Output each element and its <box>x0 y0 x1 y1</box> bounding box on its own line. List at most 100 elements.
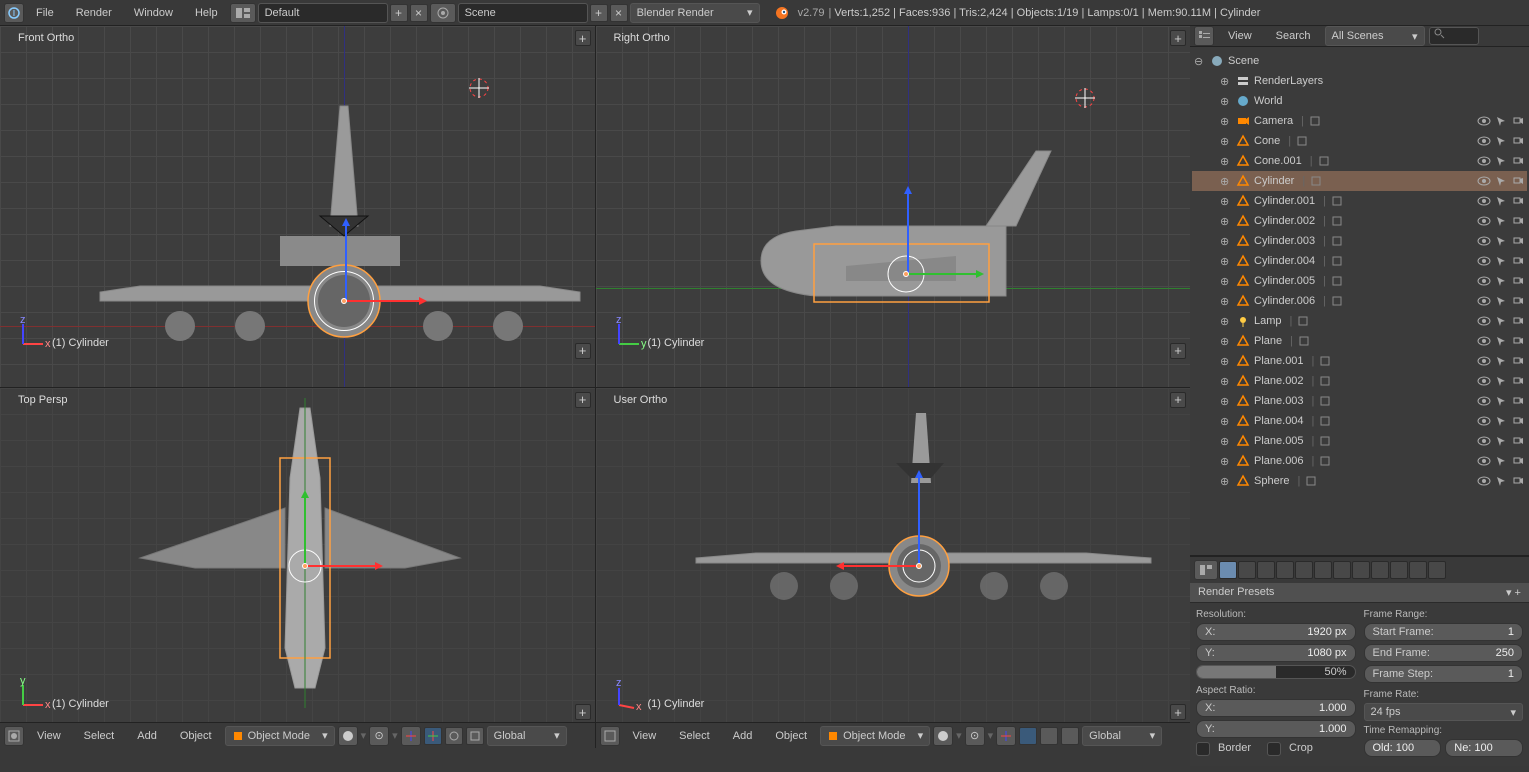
selectable-icon[interactable] <box>1494 154 1508 168</box>
renderable-icon[interactable] <box>1511 214 1525 228</box>
tree-row[interactable]: ⊕Camera | <box>1192 111 1527 131</box>
expand-icon[interactable]: ⊕ <box>1220 115 1232 128</box>
remap-old-field[interactable]: Old: 100 <box>1364 739 1442 757</box>
renderable-icon[interactable] <box>1511 414 1525 428</box>
manipulator-toggle[interactable] <box>401 726 421 746</box>
aspect-x-field[interactable]: X:1.000 <box>1196 699 1356 717</box>
expand-icon[interactable]: ⊕ <box>1220 295 1232 308</box>
viewport-front[interactable]: Front Ortho (1) Cylinder xz + + <box>0 26 595 387</box>
layout-add-button[interactable]: + <box>390 4 408 22</box>
fps-dropdown[interactable]: 24 fps▾ <box>1364 703 1524 721</box>
expand-icon[interactable]: ⊕ <box>1220 315 1232 328</box>
split-area-button[interactable]: + <box>1170 30 1186 46</box>
renderable-icon[interactable] <box>1511 354 1525 368</box>
tree-row[interactable]: ⊕Sphere | <box>1192 471 1527 491</box>
visibility-icon[interactable] <box>1477 134 1491 148</box>
resolution-x-field[interactable]: X:1920 px <box>1196 623 1356 641</box>
selectable-icon[interactable] <box>1494 374 1508 388</box>
renderable-icon[interactable] <box>1511 434 1525 448</box>
frame-step-field[interactable]: Frame Step:1 <box>1364 665 1524 683</box>
expand-icon[interactable]: ⊕ <box>1220 455 1232 468</box>
visibility-icon[interactable] <box>1477 354 1491 368</box>
manipulator[interactable] <box>889 536 949 596</box>
properties-type-icon[interactable] <box>1194 560 1218 580</box>
selectable-icon[interactable] <box>1494 114 1508 128</box>
expand-icon[interactable]: ⊕ <box>1220 395 1232 408</box>
expand-icon[interactable]: ⊕ <box>1220 415 1232 428</box>
renderable-icon[interactable] <box>1511 294 1525 308</box>
selectable-icon[interactable] <box>1494 454 1508 468</box>
manip-rotate-icon[interactable] <box>1040 727 1058 745</box>
tree-row[interactable]: ⊕Plane.002 | <box>1192 371 1527 391</box>
selectable-icon[interactable] <box>1494 174 1508 188</box>
manipulator[interactable] <box>275 536 335 596</box>
visibility-icon[interactable] <box>1477 474 1491 488</box>
selectable-icon[interactable] <box>1494 394 1508 408</box>
expand-icon[interactable]: ⊕ <box>1220 155 1232 168</box>
shading-dropdown[interactable] <box>933 726 953 746</box>
selectable-icon[interactable] <box>1494 214 1508 228</box>
expand-icon[interactable]: ⊕ <box>1220 215 1232 228</box>
shading-dropdown[interactable] <box>338 726 358 746</box>
renderable-icon[interactable] <box>1511 174 1525 188</box>
tab-particles[interactable] <box>1409 561 1427 579</box>
tree-row[interactable]: ⊕Plane.004 | <box>1192 411 1527 431</box>
mode-dropdown[interactable]: Object Mode▾ <box>820 726 930 746</box>
expand-icon[interactable]: ⊕ <box>1220 135 1232 148</box>
tree-row[interactable]: ⊕Cylinder.006 | <box>1192 291 1527 311</box>
crop-checkbox[interactable] <box>1267 742 1281 756</box>
tree-row[interactable]: ⊕RenderLayers <box>1192 71 1527 91</box>
renderable-icon[interactable] <box>1511 334 1525 348</box>
tree-row[interactable]: ⊕Cylinder.005 | <box>1192 271 1527 291</box>
renderable-icon[interactable] <box>1511 194 1525 208</box>
tree-row[interactable]: ⊕Cylinder.001 | <box>1192 191 1527 211</box>
menu-object[interactable]: Object <box>170 726 222 746</box>
manipulator[interactable] <box>876 244 936 304</box>
expand-icon[interactable]: ⊕ <box>1220 335 1232 348</box>
scene-remove-button[interactable]: × <box>610 4 628 22</box>
layout-dropdown[interactable]: Default <box>258 3 388 23</box>
renderable-icon[interactable] <box>1511 234 1525 248</box>
end-frame-field[interactable]: End Frame:250 <box>1364 644 1524 662</box>
start-frame-field[interactable]: Start Frame:1 <box>1364 623 1524 641</box>
split-area-button[interactable]: + <box>1170 392 1186 408</box>
selectable-icon[interactable] <box>1494 354 1508 368</box>
tab-object[interactable] <box>1295 561 1313 579</box>
pivot-dropdown[interactable]: ⊙ <box>965 726 985 746</box>
expand-icon[interactable]: ⊖ <box>1194 55 1206 68</box>
editor-type-icon[interactable] <box>4 726 24 746</box>
visibility-icon[interactable] <box>1477 374 1491 388</box>
renderable-icon[interactable] <box>1511 374 1525 388</box>
visibility-icon[interactable] <box>1477 214 1491 228</box>
split-area-button[interactable]: + <box>575 392 591 408</box>
renderable-icon[interactable] <box>1511 134 1525 148</box>
expand-icon[interactable]: ⊕ <box>1220 475 1232 488</box>
selectable-icon[interactable] <box>1494 194 1508 208</box>
renderable-icon[interactable] <box>1511 454 1525 468</box>
expand-icon[interactable]: ⊕ <box>1220 255 1232 268</box>
outliner-menu-search[interactable]: Search <box>1266 26 1321 46</box>
split-area-button[interactable]: + <box>1170 343 1186 359</box>
menu-render[interactable]: Render <box>66 3 122 23</box>
renderable-icon[interactable] <box>1511 274 1525 288</box>
tree-row[interactable]: ⊕Plane.001 | <box>1192 351 1527 371</box>
selectable-icon[interactable] <box>1494 254 1508 268</box>
expand-icon[interactable]: ⊕ <box>1220 375 1232 388</box>
outliner-filter-dropdown[interactable]: All Scenes▾ <box>1325 26 1425 46</box>
expand-icon[interactable]: ⊕ <box>1220 175 1232 188</box>
tab-world[interactable] <box>1276 561 1294 579</box>
renderable-icon[interactable] <box>1511 474 1525 488</box>
visibility-icon[interactable] <box>1477 234 1491 248</box>
selectable-icon[interactable] <box>1494 334 1508 348</box>
menu-add[interactable]: Add <box>723 726 763 746</box>
selectable-icon[interactable] <box>1494 134 1508 148</box>
expand-icon[interactable]: ⊕ <box>1220 75 1232 88</box>
split-area-button[interactable]: + <box>575 30 591 46</box>
pivot-dropdown[interactable]: ⊙ <box>369 726 389 746</box>
tab-material[interactable] <box>1371 561 1389 579</box>
split-area-button[interactable]: + <box>575 343 591 359</box>
mode-dropdown[interactable]: Object Mode▾ <box>225 726 335 746</box>
editor-type-icon[interactable] <box>600 726 620 746</box>
tree-row[interactable]: ⊕Cone.001 | <box>1192 151 1527 171</box>
resolution-pct-slider[interactable]: 50% <box>1196 665 1356 679</box>
